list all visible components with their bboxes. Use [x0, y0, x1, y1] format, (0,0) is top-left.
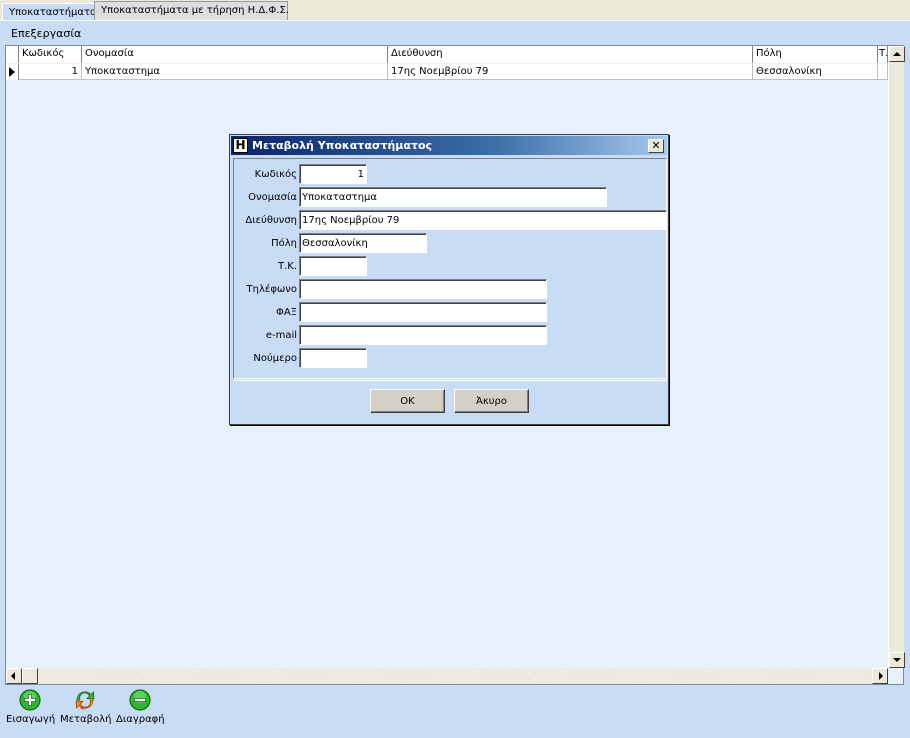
- column-header-address[interactable]: Διεύθυνση: [388, 46, 753, 63]
- postal-label: Τ.Κ.: [277, 261, 297, 272]
- scroll-left-button[interactable]: [6, 668, 22, 684]
- horizontal-scroll-thumb[interactable]: [22, 668, 38, 684]
- refresh-arrows-icon: [75, 691, 95, 710]
- cell-city[interactable]: Θεσσαλονίκη: [753, 64, 878, 80]
- close-icon: ✕: [651, 139, 661, 152]
- cell-postal[interactable]: [878, 64, 888, 80]
- modify-label: Μεταβολή: [60, 714, 112, 725]
- form-panel: Κωδικός Ονομασία Διεύθυνση Πόλη Τ.Κ. Τηλ…: [233, 158, 667, 379]
- name-label: Ονομασία: [248, 192, 297, 203]
- close-button[interactable]: ✕: [648, 139, 664, 153]
- scroll-down-button[interactable]: [889, 652, 905, 668]
- email-input[interactable]: [299, 325, 547, 345]
- code-label: Κωδικός: [254, 169, 297, 180]
- city-input[interactable]: [299, 233, 427, 253]
- modify-button[interactable]: Μεταβολή: [60, 688, 112, 730]
- insert-button[interactable]: Εισαγωγή: [6, 688, 56, 730]
- app-logo-icon: Η: [233, 138, 248, 153]
- fax-label: ΦΑΞ: [275, 307, 297, 318]
- menu-bar: Επεξεργασία: [0, 21, 910, 44]
- menu-edit[interactable]: Επεξεργασία: [11, 27, 81, 40]
- vertical-scrollbar[interactable]: [888, 46, 905, 668]
- arrow-down-icon: [893, 658, 901, 662]
- phone-label: Τηλέφωνο: [246, 284, 297, 295]
- dialog-titlebar[interactable]: Η Μεταβολή Υποκαταστήματος ✕: [231, 136, 667, 155]
- tab-branches-hdfs[interactable]: Υποκαταστήματα με τήρηση Η.Δ.Φ.Σ.: [94, 1, 289, 21]
- minus-circle-icon: [129, 689, 151, 711]
- email-label: e-mail: [265, 330, 297, 341]
- horizontal-scrollbar[interactable]: [6, 668, 888, 684]
- tab-strip: Υποκαταστήματα Υποκαταστήματα με τήρηση …: [0, 0, 910, 21]
- delete-label: Διαγραφή: [116, 714, 165, 725]
- arrow-up-icon: [893, 52, 901, 56]
- table-row[interactable]: 1 Υποκαταστημα 17ης Νοεμβρίου 79 Θεσσαλο…: [6, 64, 888, 80]
- phone-input[interactable]: [299, 279, 547, 299]
- city-label: Πόλη: [271, 238, 297, 249]
- column-header-code[interactable]: Κωδικός: [19, 46, 82, 63]
- dialog-button-panel: [233, 380, 667, 423]
- edit-branch-dialog: Η Μεταβολή Υποκαταστήματος ✕ Κωδικός Ονο…: [229, 134, 669, 425]
- insert-label: Εισαγωγή: [6, 714, 56, 725]
- column-header-city[interactable]: Πόλη: [753, 46, 878, 63]
- cell-address[interactable]: 17ης Νοεμβρίου 79: [388, 64, 753, 80]
- delete-button[interactable]: Διαγραφή: [116, 688, 165, 730]
- grid-header: Κωδικός Ονομασία Διεύθυνση Πόλη Τ.: [6, 46, 888, 63]
- number-label: Νούμερο: [253, 353, 297, 364]
- dialog-title: Μεταβολή Υποκαταστήματος: [252, 139, 433, 152]
- header-indicator: [6, 46, 19, 63]
- number-input[interactable]: [299, 348, 367, 368]
- code-input[interactable]: [299, 164, 367, 184]
- ok-button[interactable]: OK: [370, 389, 445, 413]
- address-input[interactable]: [299, 210, 667, 230]
- fax-input[interactable]: [299, 302, 547, 322]
- postal-input[interactable]: [299, 256, 367, 276]
- arrow-right-icon: [879, 672, 883, 680]
- plus-circle-icon: [19, 689, 41, 711]
- row-indicator: [6, 64, 19, 80]
- column-header-postal[interactable]: Τ.: [878, 46, 888, 63]
- column-header-name[interactable]: Ονομασία: [82, 46, 388, 63]
- current-row-arrow-icon: [9, 67, 15, 77]
- cell-name[interactable]: Υποκαταστημα: [82, 64, 388, 80]
- cell-code[interactable]: 1: [19, 64, 82, 80]
- scroll-right-button[interactable]: [872, 668, 888, 684]
- tab-branches[interactable]: Υποκαταστήματα: [2, 3, 97, 21]
- arrow-left-icon: [11, 672, 15, 680]
- name-input[interactable]: [299, 187, 607, 207]
- cancel-button[interactable]: Άκυρο: [454, 389, 529, 413]
- scroll-up-button[interactable]: [889, 46, 905, 62]
- address-label: Διεύθυνση: [245, 215, 297, 226]
